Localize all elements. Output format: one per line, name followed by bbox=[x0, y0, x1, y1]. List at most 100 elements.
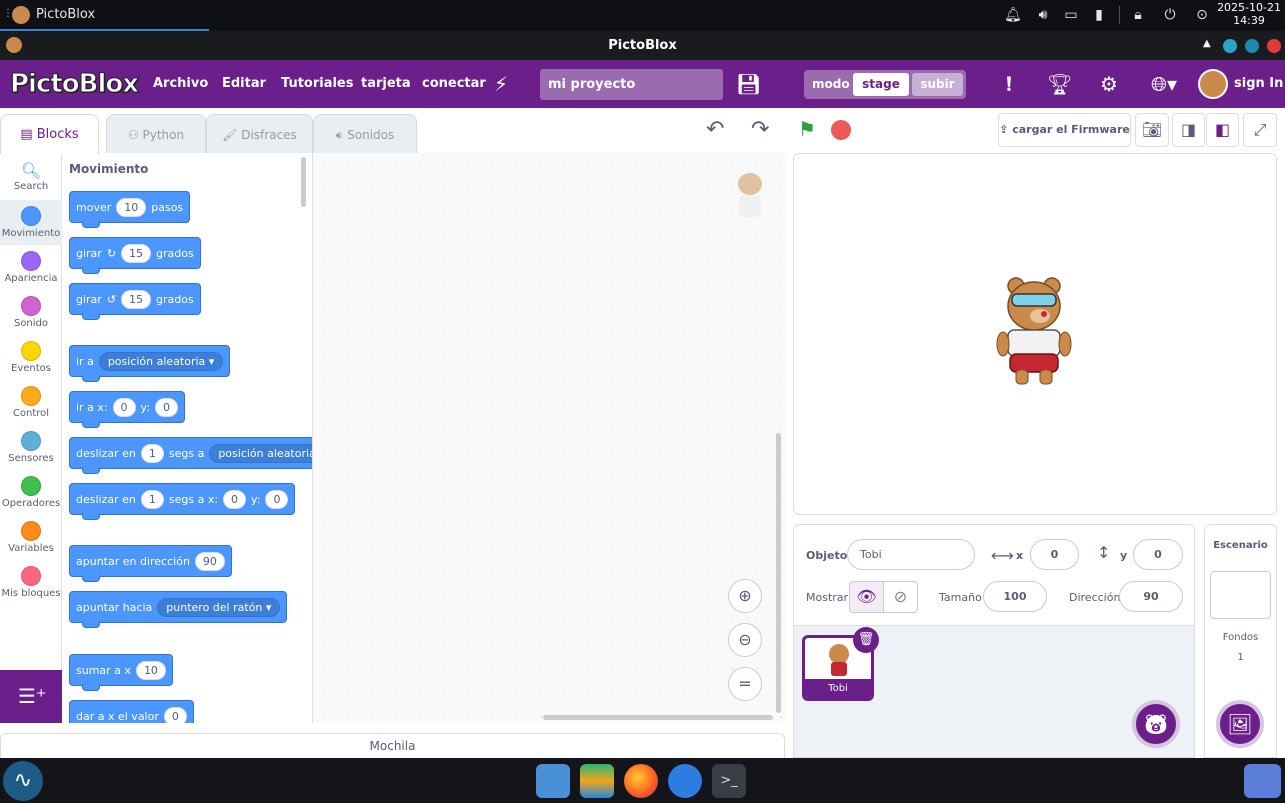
large-stage-button[interactable]: ◧ bbox=[1206, 113, 1239, 147]
show-sprite-button[interactable]: 👁︎ bbox=[849, 581, 884, 613]
category-sensores[interactable]: Sensores bbox=[0, 425, 62, 470]
category-mis-bloques[interactable]: Mis bloques bbox=[0, 560, 62, 605]
display-icon[interactable]: ▭ bbox=[1063, 7, 1079, 23]
block-turn-right[interactable]: girar ↻ 15 grados bbox=[69, 237, 201, 274]
block-input[interactable]: 0 bbox=[163, 706, 187, 723]
sprite-y-input[interactable]: 0 bbox=[1133, 539, 1183, 570]
sprite-name-input[interactable]: Tobi bbox=[847, 539, 975, 570]
firefox-icon[interactable] bbox=[624, 764, 658, 798]
battery-icon[interactable]: ▮ bbox=[1091, 7, 1107, 23]
block-input[interactable]: 90 bbox=[194, 551, 225, 571]
block-input[interactable]: 15 bbox=[121, 289, 152, 309]
category-movimiento[interactable]: Movimiento bbox=[0, 200, 62, 245]
zoom-out-button[interactable]: ⊖ bbox=[728, 623, 762, 657]
zoom-reset-button[interactable]: = bbox=[728, 667, 762, 701]
tab-sounds[interactable]: 🔉︎ Sonidos bbox=[313, 114, 417, 154]
stop-icon[interactable] bbox=[831, 120, 851, 140]
layers-app-icon[interactable] bbox=[580, 764, 614, 798]
maximize-arrow-icon[interactable]: ▲ bbox=[1203, 38, 1211, 49]
workspace-switcher-icon[interactable] bbox=[1244, 764, 1281, 798]
save-icon[interactable]: 💾︎ bbox=[736, 72, 761, 96]
block-dropdown[interactable]: posición aleatoria ▾ bbox=[98, 351, 224, 371]
block-input[interactable]: 10 bbox=[135, 660, 166, 680]
project-name-input[interactable]: mi proyecto bbox=[540, 69, 723, 100]
zoom-in-button[interactable]: ⊕ bbox=[728, 579, 762, 613]
small-stage-button[interactable]: ◨ bbox=[1172, 113, 1205, 147]
block-goto[interactable]: ir a posición aleatoria ▾ bbox=[69, 345, 231, 382]
fullscreen-button[interactable]: ⤢ bbox=[1243, 113, 1277, 147]
menu-tarjeta[interactable]: tarjeta bbox=[361, 76, 411, 91]
file-manager-icon[interactable] bbox=[536, 764, 570, 798]
menu-archivo[interactable]: Archivo bbox=[153, 76, 208, 91]
block-glide-xy[interactable]: deslizar en 1 segs a x: 0 y: 0 bbox=[69, 483, 296, 520]
clock[interactable]: 2025-10-21 14:39 bbox=[1217, 1, 1281, 27]
block-dropdown[interactable]: posición aleatoria ▾ bbox=[209, 443, 312, 463]
block-input[interactable]: 15 bbox=[121, 243, 152, 263]
menu-editar[interactable]: Editar bbox=[222, 76, 266, 91]
add-sprite-button[interactable]: 🐻︎ bbox=[1132, 700, 1180, 748]
lock-icon[interactable]: 🔒︎ bbox=[1130, 7, 1146, 23]
category-variables[interactable]: Variables bbox=[0, 515, 62, 560]
feedback-icon[interactable]: ❗︎ bbox=[997, 72, 1021, 96]
menu-conectar[interactable]: conectar bbox=[422, 76, 486, 91]
tab-python[interactable]: ⚇ Python bbox=[106, 114, 206, 154]
backpack[interactable]: Mochila bbox=[0, 733, 785, 758]
tab-costumes[interactable]: 🖌︎ Disfraces bbox=[206, 114, 313, 154]
block-glide[interactable]: deslizar en 1 segs a posición aleatoria … bbox=[69, 437, 312, 474]
block-input[interactable]: 1 bbox=[140, 489, 164, 509]
maximize-button[interactable] bbox=[1245, 39, 1259, 53]
stage-thumbnail[interactable] bbox=[1210, 571, 1271, 619]
block-move-steps[interactable]: mover 10 pasos bbox=[69, 191, 191, 228]
script-vertical-scrollbar[interactable] bbox=[776, 433, 781, 713]
toggle-app-icon[interactable] bbox=[668, 764, 702, 798]
sprite-x-input[interactable]: 0 bbox=[1030, 539, 1079, 570]
block-input[interactable]: 10 bbox=[116, 197, 147, 217]
category-eventos[interactable]: Eventos bbox=[0, 335, 62, 380]
hide-sprite-button[interactable]: ⊘ bbox=[883, 581, 918, 613]
terminal-icon[interactable]: >_ bbox=[712, 764, 746, 798]
palette-scrollbar[interactable] bbox=[301, 157, 306, 207]
stage-canvas[interactable] bbox=[793, 153, 1277, 515]
minimize-button[interactable] bbox=[1223, 39, 1237, 53]
connection-plug-icon[interactable]: ⚡︎ bbox=[489, 72, 513, 96]
block-turn-left[interactable]: girar ↺ 15 grados bbox=[69, 283, 201, 320]
camera-button[interactable]: 📷︎ bbox=[1135, 113, 1169, 147]
volume-icon[interactable]: 🔊︎ bbox=[1035, 7, 1051, 23]
block-input[interactable]: 0 bbox=[223, 489, 247, 509]
tab-blocks[interactable]: ▤ Blocks bbox=[0, 114, 99, 154]
gear-icon[interactable]: ⚙︎ bbox=[1097, 72, 1121, 96]
delete-sprite-button[interactable]: 🗑︎ bbox=[853, 627, 879, 653]
close-button[interactable] bbox=[1267, 39, 1281, 53]
category-control[interactable]: Control bbox=[0, 380, 62, 425]
trophy-icon[interactable]: 🏆︎ bbox=[1047, 72, 1072, 96]
redo-icon[interactable]: ↷ bbox=[751, 117, 769, 142]
category-sonido[interactable]: Sonido bbox=[0, 290, 62, 335]
sign-in-link[interactable]: sign In bbox=[1234, 76, 1283, 91]
avatar[interactable] bbox=[1198, 69, 1228, 99]
category-search[interactable]: 🔍︎ Search bbox=[0, 155, 62, 200]
category-apariencia[interactable]: Apariencia bbox=[0, 245, 62, 290]
sprite-size-input[interactable]: 100 bbox=[983, 581, 1047, 612]
play-icon[interactable]: ⊙ bbox=[1194, 7, 1210, 23]
power-icon[interactable]: ⏻ bbox=[1162, 7, 1178, 23]
upload-firmware-button[interactable]: ⇪ cargar el Firmware bbox=[998, 113, 1131, 147]
undo-icon[interactable]: ↶ bbox=[706, 117, 724, 142]
bell-icon[interactable]: 🔔︎ bbox=[1004, 7, 1022, 23]
category-operadores[interactable]: Operadores bbox=[0, 470, 62, 515]
sprite-direction-input[interactable]: 90 bbox=[1119, 581, 1183, 612]
add-extension-button[interactable]: ☰⁺ bbox=[0, 670, 62, 723]
block-change-x[interactable]: sumar a x 10 bbox=[69, 654, 173, 691]
green-flag-icon[interactable]: ⚑ bbox=[798, 117, 816, 141]
script-area[interactable]: ⊕ ⊖ = bbox=[313, 153, 785, 723]
block-set-x[interactable]: dar a x el valor 0 bbox=[69, 700, 194, 723]
mode-stage-button[interactable]: stage bbox=[853, 73, 909, 96]
block-input[interactable]: 1 bbox=[140, 443, 164, 463]
taskbar-active-app[interactable]: ⋮ PictoBlox bbox=[0, 0, 209, 31]
language-globe-icon[interactable]: 🌐︎▾ bbox=[1146, 72, 1182, 96]
block-input[interactable]: 0 bbox=[154, 397, 178, 417]
block-dropdown[interactable]: puntero del ratón ▾ bbox=[157, 597, 281, 617]
block-point-direction[interactable]: apuntar en dirección 90 bbox=[69, 545, 232, 582]
mode-upload-button[interactable]: subir bbox=[912, 73, 963, 96]
menu-tutoriales[interactable]: Tutoriales bbox=[281, 76, 354, 91]
block-point-towards[interactable]: apuntar hacia puntero del ratón ▾ bbox=[69, 591, 288, 628]
